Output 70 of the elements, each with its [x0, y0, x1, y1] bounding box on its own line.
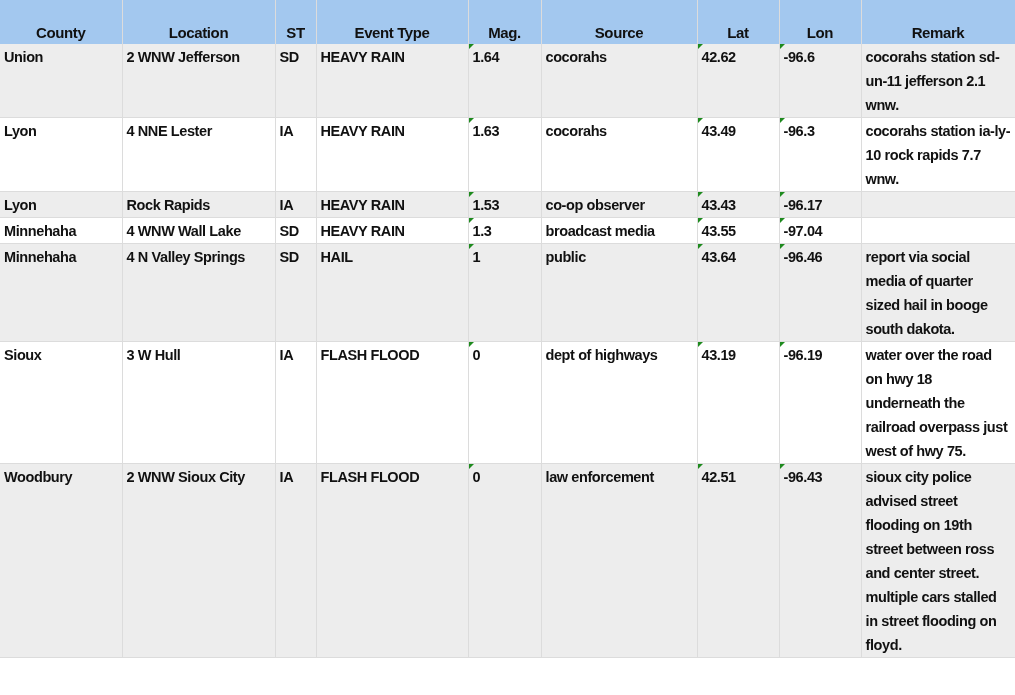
cell-text: HEAVY RAIN — [320, 122, 405, 141]
cell-text: HEAVY RAIN — [320, 196, 405, 215]
cell-text: cocorahs — [545, 48, 607, 67]
cell-text: 1.64 — [472, 48, 500, 67]
cell-text: SD — [279, 222, 299, 241]
cell-text: IA — [279, 346, 294, 365]
cell-text: co-op observer — [545, 196, 645, 215]
cell-text: -96.43 — [783, 468, 823, 487]
cell-text: 3 W Hull — [126, 346, 181, 365]
cell-text: 1 — [472, 248, 481, 267]
cell-text: 2 WNW Sioux City — [126, 468, 245, 487]
cell-text: 43.49 — [701, 122, 736, 141]
cell-text: sioux city police advised street flooding on 19th street between ross and center street. multiple cars stalled in street flooding on floyd. — [865, 468, 998, 655]
cell-text: Lyon — [4, 122, 37, 141]
cell-text: 2 WNW Jefferson — [126, 48, 240, 67]
cell-text: cocorahs station ia-ly-10 rock rapids 7.7 wnw. — [865, 122, 1011, 189]
column-header: County — [0, 0, 122, 44]
cell-text: Lyon — [4, 196, 37, 215]
cell-text: 0 — [472, 346, 481, 365]
cell-text: 1.63 — [472, 122, 500, 141]
cell-text: dept of highways — [545, 346, 658, 365]
cell-text: broadcast media — [545, 222, 655, 241]
cell-text: HEAVY RAIN — [320, 222, 405, 241]
cell-text: SD — [279, 48, 299, 67]
cell-text: 42.51 — [701, 468, 736, 487]
cell-text: 0 — [472, 468, 481, 487]
column-header: Source — [541, 0, 697, 44]
cell-text: 43.43 — [701, 196, 736, 215]
cell-text: cocorahs station sd-un-11 jefferson 2.1 wnw. — [865, 48, 1001, 115]
cell-text: 1.3 — [472, 222, 492, 241]
column-header: Lat — [697, 0, 779, 44]
cell-text: 43.55 — [701, 222, 736, 241]
cell-text: -96.3 — [783, 122, 815, 141]
cell-text: IA — [279, 196, 294, 215]
cell-text: report via social media of quarter sized hail in booge south dakota. — [865, 248, 989, 339]
cell-text: -96.6 — [783, 48, 815, 67]
cell-text: 4 WNW Wall Lake — [126, 222, 241, 241]
cell-text: Rock Rapids — [126, 196, 210, 215]
column-header: Location — [122, 0, 275, 44]
cell-text: SD — [279, 248, 299, 267]
cell-text: water over the road on hwy 18 underneath the railroad overpass just west of hwy 75. — [865, 346, 1009, 461]
column-header: Lon — [779, 0, 861, 44]
cell-text: -96.46 — [783, 248, 823, 267]
cell-text: law enforcement — [545, 468, 654, 487]
cell-text: Union — [4, 48, 44, 67]
cell-text: IA — [279, 468, 294, 487]
column-header: Mag. — [468, 0, 541, 44]
column-header: Remark — [861, 0, 1015, 44]
cell-text: -96.19 — [783, 346, 823, 365]
cell-text: HAIL — [320, 248, 353, 267]
column-header: Event Type — [316, 0, 468, 44]
cell-text: public — [545, 248, 586, 267]
cell-text: -96.17 — [783, 196, 823, 215]
cell-text: cocorahs — [545, 122, 607, 141]
column-header: ST — [275, 0, 316, 44]
cell-text: 43.64 — [701, 248, 736, 267]
cell-text: FLASH FLOOD — [320, 468, 420, 487]
cell-text: 1.53 — [472, 196, 500, 215]
cell-text: HEAVY RAIN — [320, 48, 405, 67]
cell-text: 4 NNE Lester — [126, 122, 212, 141]
cell-text: Minnehaha — [4, 248, 77, 267]
cell-text: FLASH FLOOD — [320, 346, 420, 365]
cell-text: -97.04 — [783, 222, 823, 241]
cell-text: Sioux — [4, 346, 42, 365]
cell-text: 42.62 — [701, 48, 736, 67]
cell-text: 43.19 — [701, 346, 736, 365]
cell-text: Minnehaha — [4, 222, 77, 241]
cell-text: Woodbury — [4, 468, 73, 487]
cell-text: IA — [279, 122, 294, 141]
cell-text: 4 N Valley Springs — [126, 248, 246, 267]
